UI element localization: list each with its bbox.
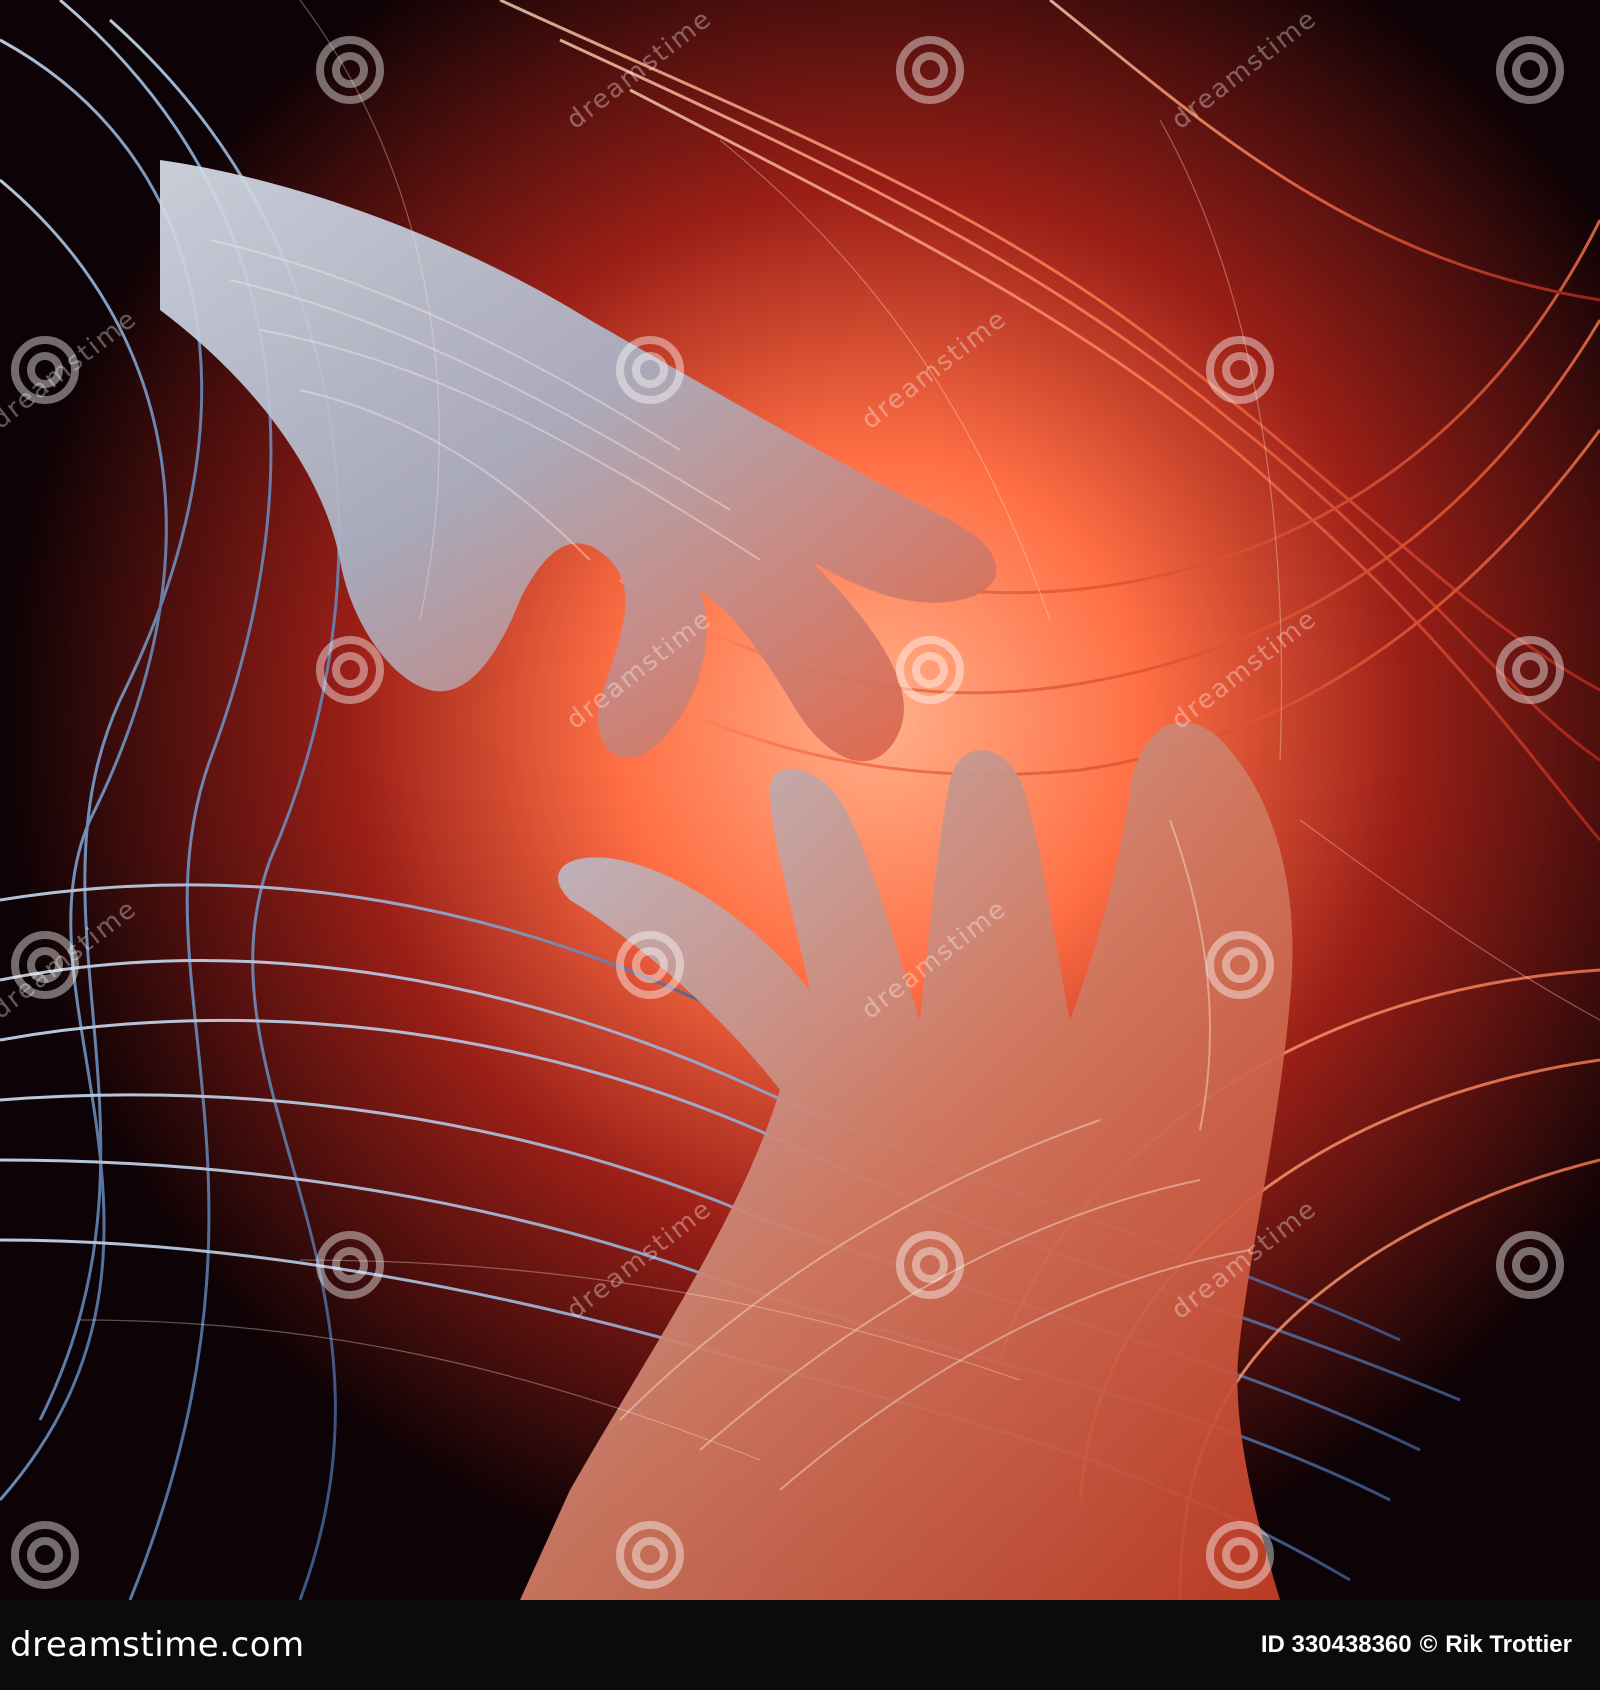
image-credit-bar: dreamstime.com ID 330438360 © Rik Trotti… bbox=[0, 1600, 1600, 1690]
artwork-image: dreamstime dreamstime dreamstime dreamst… bbox=[0, 0, 1600, 1600]
brand-logo: dreamstime.com bbox=[10, 1625, 305, 1665]
image-credit: ID 330438360 © Rik Trottier bbox=[1261, 1631, 1572, 1659]
author-name: Rik Trottier bbox=[1445, 1631, 1572, 1658]
image-id: ID 330438360 bbox=[1260, 1631, 1412, 1658]
brand-text: dreamstime.com bbox=[10, 1625, 305, 1665]
copyright-icon: © bbox=[1419, 1631, 1438, 1658]
abstract-hands-illustration bbox=[0, 0, 1600, 1600]
stock-image-page: dreamstime dreamstime dreamstime dreamst… bbox=[0, 0, 1600, 1690]
